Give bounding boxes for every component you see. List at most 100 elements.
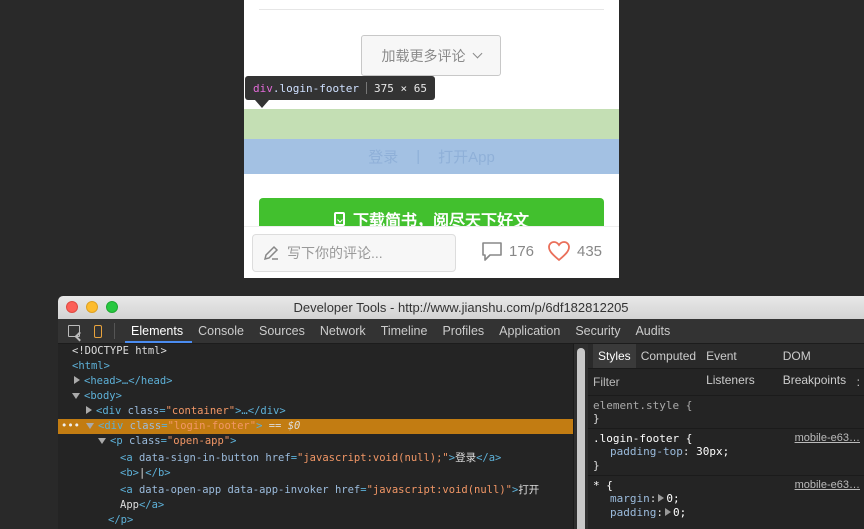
- tab-timeline[interactable]: Timeline: [375, 319, 437, 343]
- collapse-arrow-icon[interactable]: [98, 438, 106, 444]
- rule-source-link[interactable]: mobile-e63…: [795, 432, 860, 444]
- dom-scrollbar[interactable]: [573, 344, 588, 529]
- collapse-arrow-icon[interactable]: [86, 423, 94, 429]
- toolbar-divider: [114, 323, 115, 339]
- comment-count: 176: [509, 242, 535, 260]
- expand-shorthand-icon[interactable]: [658, 494, 665, 502]
- collapse-arrow-icon[interactable]: [72, 393, 80, 399]
- css-property[interactable]: margin: 0;: [593, 492, 860, 506]
- load-more-comments-button[interactable]: 加载更多评论: [361, 35, 501, 76]
- styles-filter-input[interactable]: Filter :: [588, 369, 864, 396]
- filter-hover-toggle[interactable]: :: [857, 369, 860, 395]
- property-name: padding: [610, 506, 657, 519]
- tooltip-separator: [365, 82, 367, 94]
- css-property[interactable]: padding: 0;: [593, 506, 860, 520]
- dom-node-p-close[interactable]: </p>: [58, 513, 573, 528]
- a-tag: <a: [120, 484, 133, 496]
- comments-counter[interactable]: 176: [481, 240, 534, 262]
- comment-input[interactable]: 写下你的评论...: [252, 234, 456, 272]
- dom-tree[interactable]: <!DOCTYPE html> <html> <head>…</head> <b…: [58, 344, 573, 529]
- expand-shorthand-icon[interactable]: [664, 508, 671, 516]
- login-footer: 登录 | 打开App: [244, 139, 619, 174]
- attr-value: "javascript:void(null)": [366, 484, 512, 496]
- close-brace: }: [593, 412, 600, 425]
- dom-node-head[interactable]: <head>…</head>: [58, 374, 573, 389]
- mobile-page-preview: 加载更多评论 登录 | 打开App 下载简书，阅尽天下好文 写下你的评论... …: [244, 0, 619, 278]
- filter-label: Filter: [593, 375, 620, 389]
- login-link[interactable]: 登录: [368, 146, 398, 167]
- comment-icon: [482, 242, 502, 261]
- device-mode-icon[interactable]: [94, 324, 102, 338]
- devtools-titlebar[interactable]: Developer Tools - http://www.jianshu.com…: [58, 296, 864, 319]
- window-title: Developer Tools - http://www.jianshu.com…: [293, 300, 629, 315]
- doctype-text: <!DOCTYPE html>: [72, 345, 167, 357]
- dom-node-b[interactable]: <b>|</b>: [58, 466, 573, 481]
- attr-name: class: [127, 405, 160, 417]
- more-options-icon[interactable]: •••: [61, 419, 80, 434]
- universal-rule[interactable]: * { mobile-e63… margin: 0; padding: 0;: [588, 476, 864, 523]
- html-tag: <html>: [72, 360, 110, 372]
- element-style-rule[interactable]: element.style { }: [588, 396, 864, 429]
- div-close: >…</div>: [235, 405, 286, 417]
- tab-sources[interactable]: Sources: [253, 319, 314, 343]
- footer-separator: |: [416, 148, 421, 165]
- link-text: 登录: [455, 452, 477, 464]
- open-app-link[interactable]: 打开App: [438, 146, 495, 167]
- like-count: 435: [577, 242, 603, 260]
- attr-value: "container": [165, 405, 236, 417]
- dom-node-body[interactable]: <body>: [58, 389, 573, 404]
- tab-application[interactable]: Application: [493, 319, 569, 343]
- scrollbar-thumb[interactable]: [577, 348, 585, 529]
- tab-audits[interactable]: Audits: [629, 319, 679, 343]
- close-brace: }: [593, 459, 600, 472]
- tab-security[interactable]: Security: [569, 319, 629, 343]
- dom-node-doctype[interactable]: <!DOCTYPE html>: [58, 344, 573, 359]
- rule-source-link[interactable]: mobile-e63…: [795, 479, 860, 491]
- expand-arrow-icon[interactable]: [86, 406, 92, 414]
- login-footer-rule[interactable]: .login-footer { mobile-e63… padding-top:…: [588, 429, 864, 476]
- property-value: 0;: [666, 492, 680, 505]
- comment-bar: 写下你的评论... 176 435: [244, 226, 619, 278]
- dom-node-open-app-link-cont[interactable]: App</a>: [58, 498, 573, 513]
- likes-counter[interactable]: 435: [547, 240, 602, 262]
- styles-tabs: Styles Computed Event Listeners DOM Brea…: [588, 344, 864, 387]
- dom-node-container[interactable]: <div class="container">…</div>: [58, 404, 573, 419]
- dom-node-html[interactable]: <html>: [58, 359, 573, 374]
- dom-node-sign-in-link[interactable]: <a data-sign-in-button href="javascript:…: [58, 451, 573, 466]
- tab-network[interactable]: Network: [314, 319, 375, 343]
- b-close: </b>: [145, 467, 171, 479]
- tab-elements[interactable]: Elements: [125, 319, 193, 343]
- tab-computed[interactable]: Computed: [636, 344, 701, 368]
- tab-styles[interactable]: Styles: [593, 344, 636, 368]
- css-property[interactable]: padding-top: 30px;: [593, 445, 860, 459]
- a-close: </a>: [138, 499, 165, 511]
- dom-node-open-app[interactable]: <p class="open-app">: [58, 434, 573, 449]
- tab-profiles[interactable]: Profiles: [436, 319, 493, 343]
- attr-value: "javascript:void(null);": [297, 452, 449, 464]
- inspect-element-icon[interactable]: [68, 325, 80, 337]
- tab-event-listeners[interactable]: Event Listeners: [701, 344, 778, 387]
- expand-arrow-icon[interactable]: [74, 376, 80, 384]
- devtools-tabs: Elements Console Sources Network Timelin…: [125, 319, 679, 343]
- attr-value: "open-app": [166, 435, 231, 447]
- dom-node-login-footer-selected[interactable]: ••• <div class="login-footer"> == $0: [58, 419, 573, 434]
- attr-name: data-open-app data-app-invoker href: [138, 484, 361, 496]
- head-tag: <head>…</head>: [84, 375, 173, 387]
- property-name: margin: [610, 492, 650, 505]
- link-text-cont: App: [120, 499, 139, 511]
- heart-icon: [548, 241, 570, 262]
- devtools-panes: <!DOCTYPE html> <html> <head>…</head> <b…: [58, 344, 864, 529]
- attr-name: class: [129, 420, 162, 432]
- attr-name: class: [128, 435, 161, 447]
- tab-dom-breakpoints[interactable]: DOM Breakpoints: [778, 344, 864, 387]
- tooltip-dimensions: 375 × 65: [373, 81, 427, 95]
- property-name: padding-top: [610, 445, 683, 458]
- load-more-label: 加载更多评论: [381, 47, 466, 64]
- link-text: 打开: [518, 484, 540, 496]
- attr-value: "login-footer": [167, 420, 257, 432]
- pencil-icon: [263, 245, 279, 261]
- tab-console[interactable]: Console: [192, 319, 253, 343]
- div-tag: <div: [98, 420, 124, 432]
- dom-node-open-app-link[interactable]: <a data-open-app data-app-invoker href="…: [58, 483, 573, 498]
- b-tag: <b>: [120, 467, 139, 479]
